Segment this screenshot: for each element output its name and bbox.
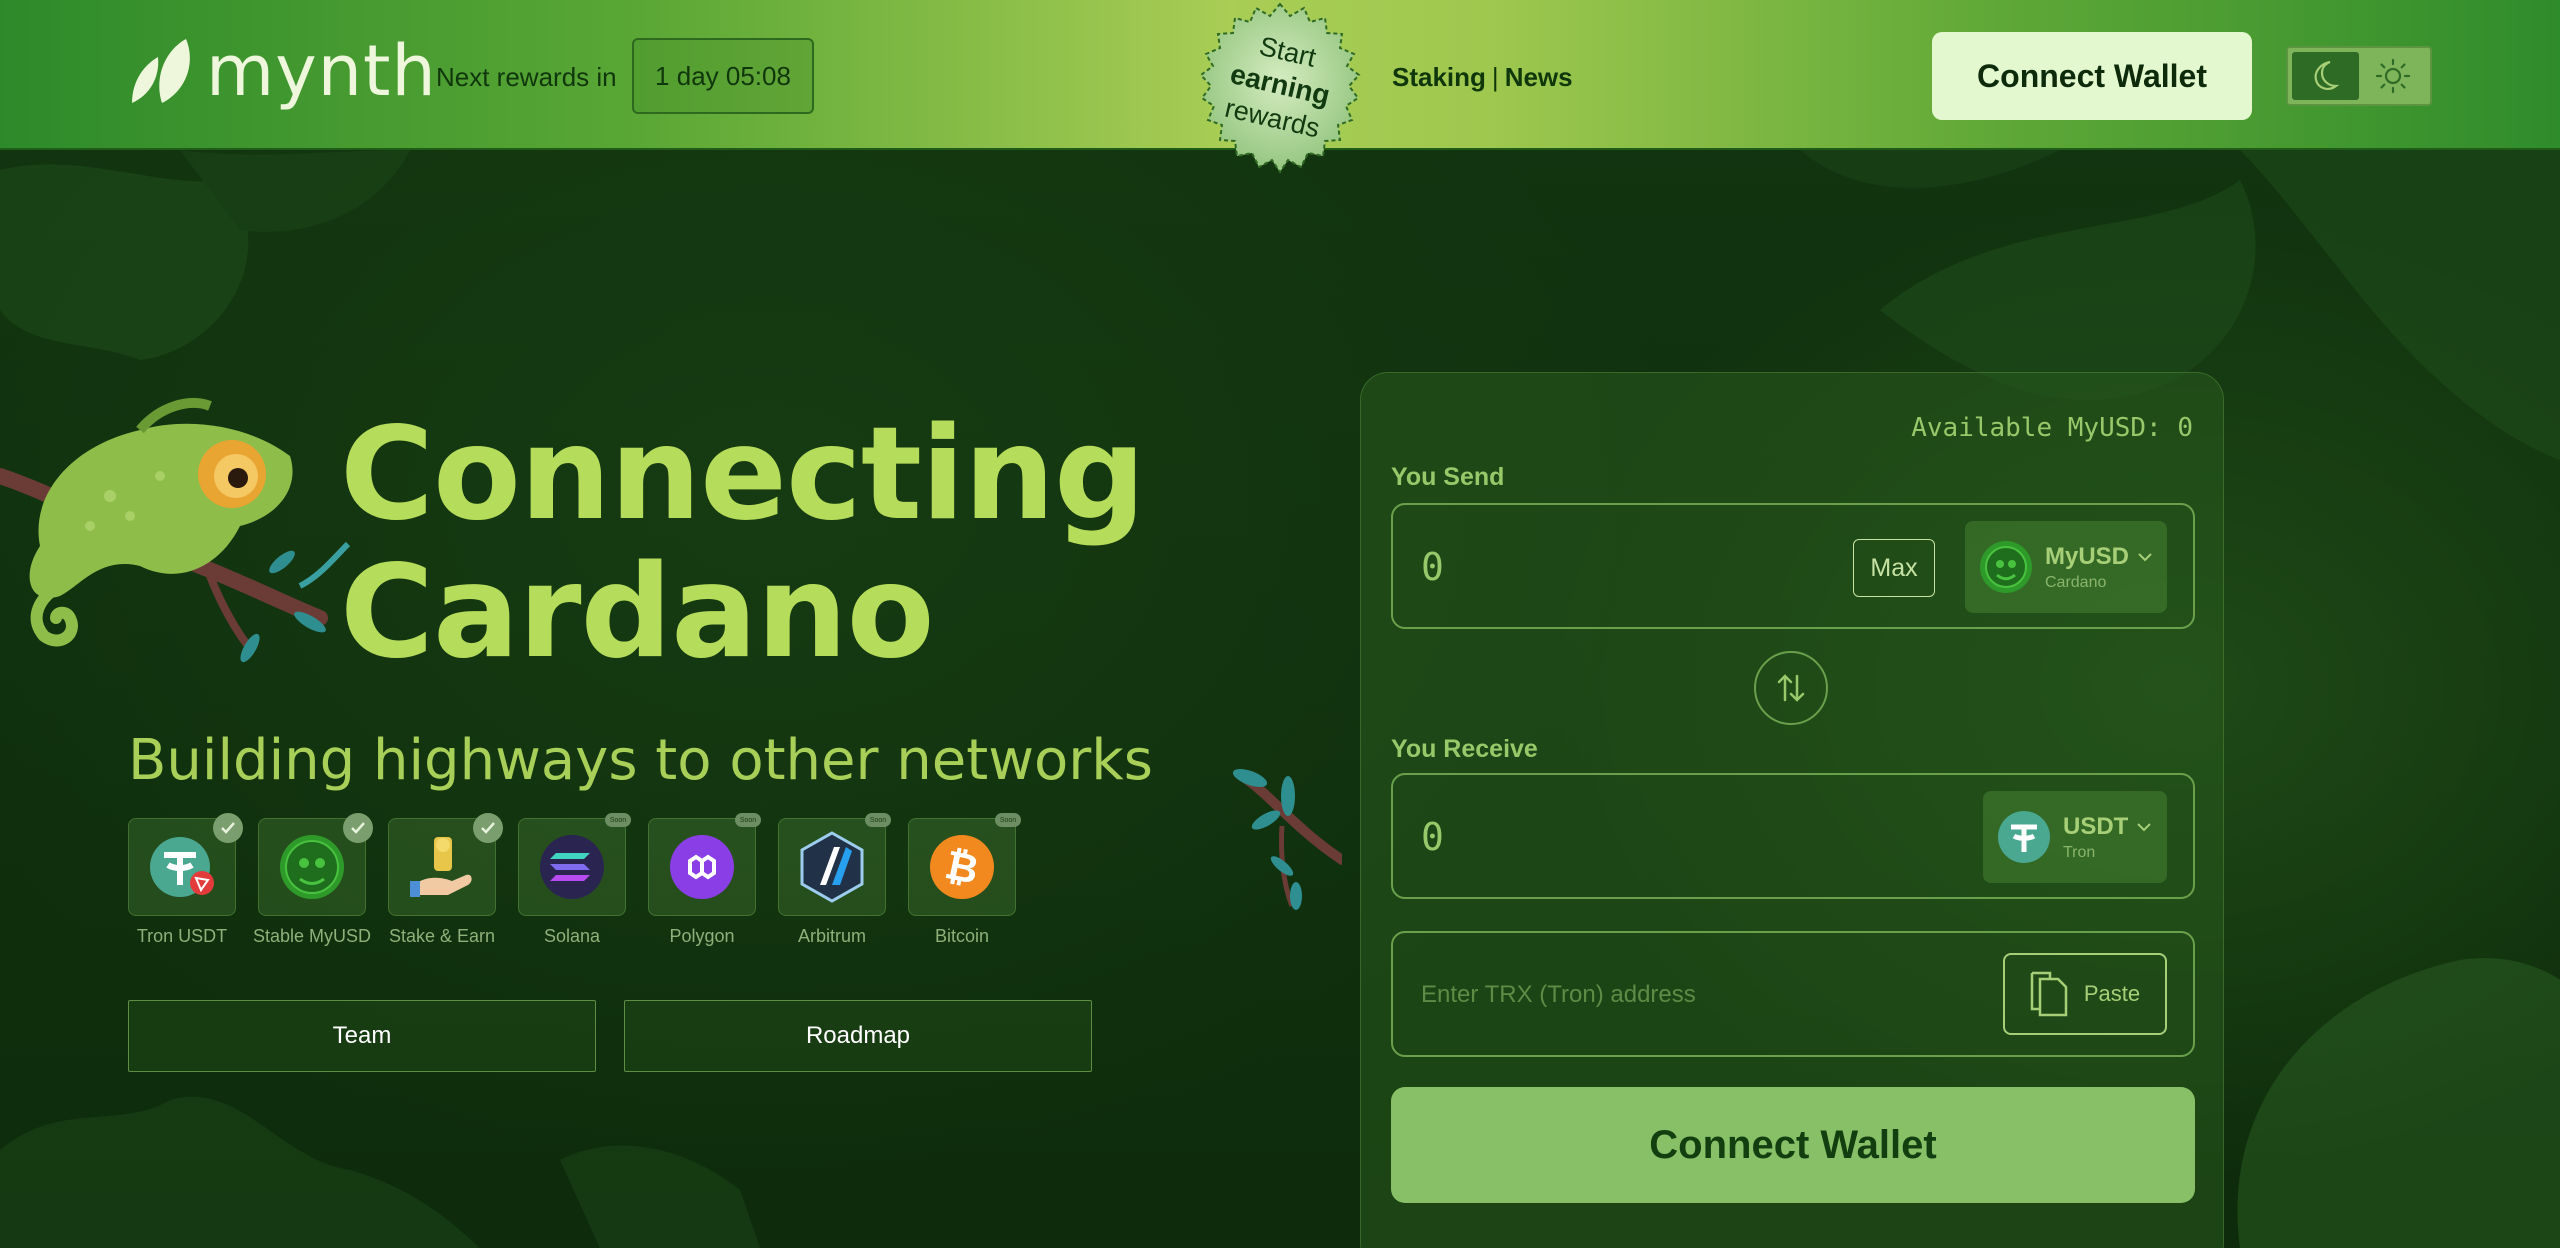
clipboard-icon bbox=[2030, 971, 2068, 1017]
tron-usdt-icon bbox=[150, 837, 214, 897]
network-tile: Soon bbox=[648, 813, 761, 916]
branch-decoration bbox=[1232, 768, 1342, 910]
network-label: Stake & Earn bbox=[388, 926, 496, 946]
network-tile bbox=[128, 813, 243, 916]
stake-earn-icon bbox=[410, 837, 472, 897]
receive-field: 0 USDT Tron bbox=[1391, 773, 2195, 899]
send-token-select[interactable]: MyUSD Cardano bbox=[1965, 521, 2167, 613]
nav-separator: | bbox=[1491, 62, 1499, 92]
moon-icon bbox=[2314, 60, 2339, 90]
start-earning-rewards-badge[interactable]: Start earning rewards bbox=[1180, 2, 1380, 198]
network-tile: ₿ Soon bbox=[908, 813, 1021, 916]
soon-badge: Soon bbox=[995, 813, 1021, 827]
available-balance: Available MyUSD: 0 bbox=[1911, 413, 2193, 443]
solana-icon bbox=[540, 835, 604, 899]
network-tile: Soon bbox=[518, 813, 631, 916]
network-label: Bitcoin bbox=[934, 926, 990, 946]
receive-amount-output: 0 bbox=[1421, 815, 1444, 859]
send-token-name: MyUSD bbox=[2044, 542, 2129, 570]
send-token-network: Cardano bbox=[2044, 573, 2107, 591]
light-mode-option[interactable] bbox=[2359, 52, 2426, 100]
network-tile: Soon bbox=[778, 813, 891, 916]
nav-staking-link[interactable]: Staking bbox=[1392, 62, 1486, 93]
chevron-down-icon bbox=[2137, 822, 2152, 831]
myusd-icon bbox=[280, 835, 344, 899]
hero-title-line-1: Connecting bbox=[340, 400, 1146, 549]
address-input-placeholder[interactable]: Enter TRX (Tron) address bbox=[1421, 981, 1696, 1009]
swap-direction-button[interactable] bbox=[1754, 651, 1828, 725]
hero-title: Connecting Cardano bbox=[340, 400, 1146, 687]
roadmap-button[interactable]: Roadmap bbox=[624, 1000, 1092, 1072]
check-icon bbox=[213, 813, 243, 843]
network-item-polygon[interactable]: Soon Polygon bbox=[648, 813, 761, 947]
header-nav: Staking | News bbox=[1392, 62, 1573, 93]
mynth-logo-icon bbox=[132, 39, 190, 103]
dark-mode-option[interactable] bbox=[2292, 52, 2359, 100]
logo-wordmark: mynth bbox=[206, 30, 437, 112]
usdt-icon bbox=[1998, 811, 2050, 863]
send-label: You Send bbox=[1391, 463, 1505, 491]
leaf-decoration-top-left bbox=[0, 150, 410, 360]
receive-token-select[interactable]: USDT Tron bbox=[1983, 791, 2167, 883]
network-label: Tron USDT bbox=[136, 926, 228, 946]
nav-news-link[interactable]: News bbox=[1505, 62, 1573, 93]
send-field: 0 Max MyUSD Cardano bbox=[1391, 503, 2195, 629]
network-tile bbox=[258, 813, 373, 916]
swap-connect-wallet-button[interactable]: Connect Wallet bbox=[1391, 1087, 2195, 1203]
next-rewards-label: Next rewards in bbox=[436, 62, 617, 92]
network-list: Tron USDT Stable MyUSD Stake & Earn Soon… bbox=[128, 813, 1021, 947]
team-button[interactable]: Team bbox=[128, 1000, 596, 1072]
theme-toggle[interactable] bbox=[2286, 46, 2432, 106]
header-connect-wallet-button[interactable]: Connect Wallet bbox=[1932, 32, 2252, 120]
paste-button[interactable]: Paste bbox=[2003, 953, 2167, 1035]
top-header: mynth Next rewards in 1 day 05:08 Start … bbox=[0, 0, 2560, 174]
check-icon bbox=[473, 813, 503, 843]
network-label: Solana bbox=[543, 926, 601, 946]
soon-badge: Soon bbox=[865, 813, 891, 827]
rewards-countdown: 1 day 05:08 bbox=[632, 38, 814, 114]
network-label: Stable MyUSD bbox=[252, 926, 372, 946]
network-label: Polygon bbox=[669, 926, 735, 946]
polygon-icon bbox=[670, 835, 734, 899]
mynth-logo[interactable]: mynth bbox=[128, 36, 437, 106]
network-item-bitcoin[interactable]: ₿ Soon Bitcoin bbox=[908, 813, 1021, 947]
network-item-stake-earn[interactable]: Stake & Earn bbox=[388, 813, 503, 947]
soon-badge: Soon bbox=[605, 813, 631, 827]
soon-badge: Soon bbox=[735, 813, 761, 827]
bitcoin-icon: ₿ bbox=[930, 835, 994, 899]
leaf-decoration-bottom-right bbox=[2237, 957, 2560, 1248]
chevron-down-icon bbox=[2138, 552, 2152, 561]
receive-token-name: USDT bbox=[2063, 812, 2129, 840]
arbitrum-icon bbox=[800, 831, 864, 903]
address-field[interactable]: Enter TRX (Tron) address Paste bbox=[1391, 931, 2195, 1057]
max-button[interactable]: Max bbox=[1853, 539, 1935, 597]
sun-icon bbox=[2375, 58, 2410, 94]
network-item-solana[interactable]: Soon Solana bbox=[518, 813, 631, 947]
swap-card: Available MyUSD: 0 You Send 0 Max MyUSD … bbox=[1360, 372, 2224, 1248]
check-icon bbox=[343, 813, 373, 843]
network-item-arbitrum[interactable]: Soon Arbitrum bbox=[778, 813, 891, 947]
receive-token-network: Tron bbox=[2063, 843, 2096, 861]
network-item-stable-myusd[interactable]: Stable MyUSD bbox=[253, 813, 373, 947]
network-item-tron-usdt[interactable]: Tron USDT bbox=[128, 813, 243, 947]
swap-arrows-icon bbox=[1777, 674, 1805, 702]
myusd-icon bbox=[1979, 541, 2032, 593]
hero-title-line-2: Cardano bbox=[340, 538, 934, 687]
network-tile bbox=[388, 813, 503, 916]
hero-subtitle: Building highways to other networks bbox=[128, 728, 1153, 793]
send-amount-input[interactable]: 0 bbox=[1421, 545, 1444, 589]
paste-label: Paste bbox=[2083, 981, 2141, 1006]
network-label: Arbitrum bbox=[797, 926, 866, 946]
receive-label: You Receive bbox=[1391, 735, 1538, 763]
